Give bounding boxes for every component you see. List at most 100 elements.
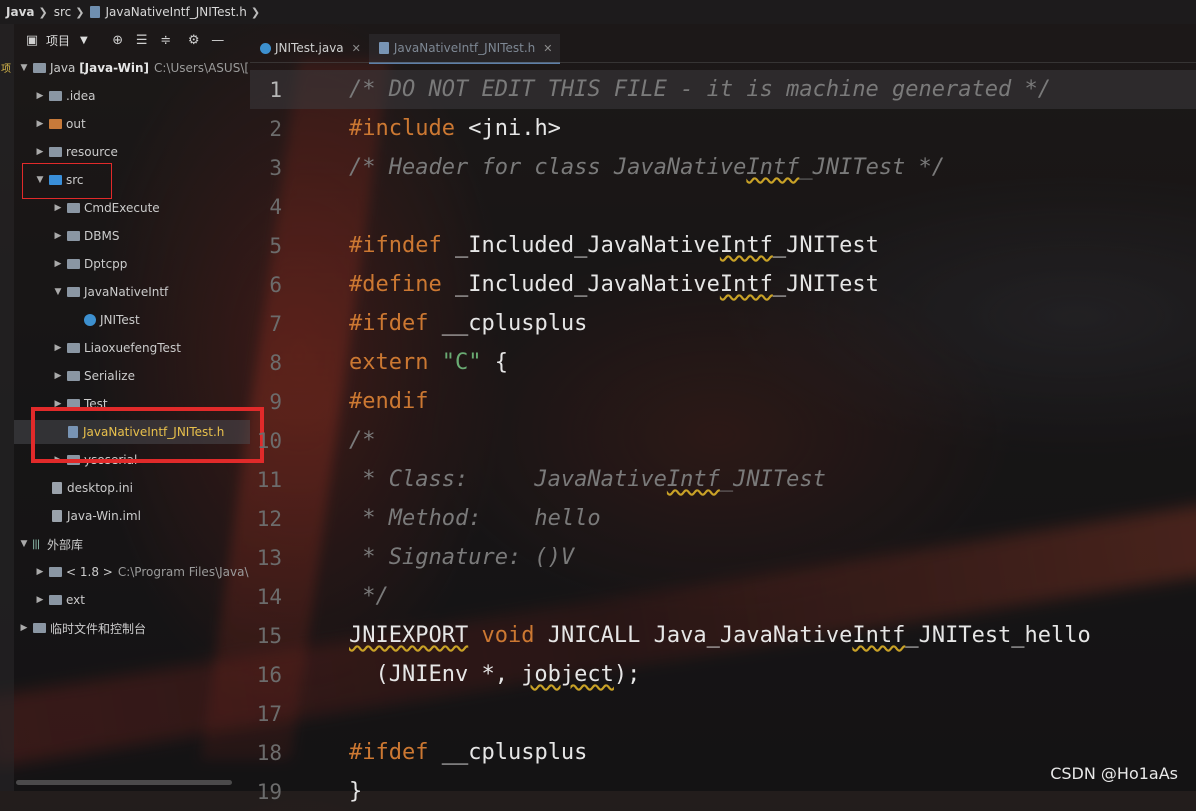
chevron-down-icon[interactable]: ▼ — [52, 287, 64, 297]
code-line[interactable]: 15 JNIEXPORT void JNICALL Java_JavaNativ… — [250, 616, 1196, 655]
tab-label: JavaNativeIntf_JNITest.h — [393, 41, 536, 55]
chevron-right-icon[interactable]: ▶ — [52, 231, 64, 241]
chevron-right-icon: ❯ — [250, 5, 261, 19]
code-line[interactable]: 17 — [250, 694, 1196, 733]
chevron-right-icon[interactable]: ▶ — [34, 567, 46, 577]
tree-item-dptcpp[interactable]: ▶ Dptcpp — [52, 254, 128, 274]
project-icon: ▣ — [25, 32, 39, 48]
code-line[interactable]: 4 — [250, 187, 1196, 226]
code-line[interactable]: 6 #define _Included_JavaNativeIntf_JNITe… — [250, 265, 1196, 304]
package-icon — [67, 343, 80, 353]
tree-item-idea[interactable]: ▶ .idea — [34, 86, 96, 106]
code-line[interactable]: 10 /* — [250, 421, 1196, 460]
code-text: /* DO NOT EDIT THIS FILE - it is machine… — [349, 77, 1051, 102]
code-text: * Signature: ()V — [349, 545, 575, 570]
code-line[interactable]: 16 (JNIEnv *, jobject); — [250, 655, 1196, 694]
editor-tabs: JNITest.java ✕ JavaNativeIntf_JNITest.h … — [250, 34, 561, 64]
tree-item-jnitest[interactable]: JNITest — [82, 310, 140, 330]
code-line[interactable]: 14 */ — [250, 577, 1196, 616]
line-number: 18 — [256, 740, 282, 765]
breadcrumb-file[interactable]: JavaNativeIntf_JNITest.h — [105, 5, 246, 19]
line-number: 17 — [256, 701, 282, 726]
library-icon: ||| — [32, 538, 40, 550]
code-text: #ifdef __cplusplus — [349, 740, 588, 765]
expand-all-icon[interactable]: ☰ — [134, 33, 150, 48]
project-toolbar: ▣ 项目 ▼ ⊕ ☰ ≑ ⚙ — — [14, 28, 250, 52]
horizontal-scrollbar[interactable] — [16, 780, 232, 785]
tree-item-label: Java-Win.iml — [67, 509, 141, 523]
tree-item-desktop-ini[interactable]: desktop.ini — [50, 478, 133, 498]
code-line[interactable]: 2 #include <jni.h> — [250, 109, 1196, 148]
chevron-right-icon[interactable]: ▶ — [18, 623, 30, 633]
tree-item-label: LiaoxuefengTest — [84, 341, 181, 355]
tree-item-java-module[interactable]: ▼ Java [Java-Win] C:\Users\ASUS\[ — [18, 58, 250, 78]
tab-jni-header[interactable]: JavaNativeIntf_JNITest.h ✕ — [368, 34, 561, 64]
code-line[interactable]: 5 #ifndef _Included_JavaNativeIntf_JNITe… — [250, 226, 1196, 265]
tree-item-resource[interactable]: ▶ resource — [34, 142, 118, 162]
tab-jnitest-java[interactable]: JNITest.java ✕ — [250, 34, 369, 62]
tree-item-label: JavaNativeIntf — [84, 285, 169, 299]
collapse-all-icon[interactable]: ≑ — [158, 33, 174, 48]
chevron-right-icon[interactable]: ▶ — [52, 203, 64, 213]
code-line[interactable]: 3 /* Header for class JavaNativeIntf_JNI… — [250, 148, 1196, 187]
line-number: 4 — [269, 194, 282, 219]
code-line[interactable]: 1 /* DO NOT EDIT THIS FILE - it is machi… — [250, 70, 1196, 109]
breadcrumb: Java ❯ src ❯ JavaNativeIntf_JNITest.h ❯ — [0, 0, 1196, 24]
caret-down-icon[interactable]: ▼ — [80, 35, 88, 46]
line-number: 15 — [256, 623, 282, 648]
code-line[interactable]: 13 * Signature: ()V — [250, 538, 1196, 577]
close-icon[interactable]: ✕ — [352, 42, 361, 55]
line-number: 8 — [269, 350, 282, 375]
line-number: 16 — [256, 662, 282, 687]
tree-item-external-libraries[interactable]: ▼ ||| 外部库 — [18, 534, 83, 554]
code-line[interactable]: 8 extern "C" { — [250, 343, 1196, 382]
code-line[interactable]: 9 #endif — [250, 382, 1196, 421]
chevron-right-icon[interactable]: ▶ — [34, 147, 46, 157]
code-line[interactable]: 7 #ifdef __cplusplus — [250, 304, 1196, 343]
project-tool-window-label[interactable]: 项 — [1, 60, 11, 75]
java-class-icon — [84, 314, 96, 326]
tree-item-serialize[interactable]: ▶ Serialize — [52, 366, 135, 386]
chevron-down-icon[interactable]: ▼ — [18, 539, 30, 549]
tree-item-label: out — [66, 117, 86, 131]
code-text: * Method: hello — [349, 506, 601, 531]
chevron-right-icon[interactable]: ▶ — [52, 371, 64, 381]
tree-item-label: 临时文件和控制台 — [50, 621, 147, 636]
tree-item-javanativeintf[interactable]: ▼ JavaNativeIntf — [52, 282, 169, 302]
tree-item-jdk[interactable]: ▶ < 1.8 > C:\Program Files\Java\ — [34, 562, 249, 582]
chevron-down-icon[interactable]: ▼ — [18, 63, 30, 73]
file-icon — [52, 482, 62, 494]
tool-window-stripe: 项 — [0, 24, 14, 791]
chevron-right-icon[interactable]: ▶ — [52, 259, 64, 269]
line-number: 9 — [269, 389, 282, 414]
folder-icon — [49, 147, 62, 157]
code-text: (JNIEnv *, jobject); — [349, 662, 641, 687]
chevron-right-icon: ❯ — [38, 5, 48, 19]
package-icon — [67, 371, 80, 381]
code-line[interactable]: 12 * Method: hello — [250, 499, 1196, 538]
chevron-right-icon[interactable]: ▶ — [34, 119, 46, 129]
code-text: /* Header for class JavaNativeIntf_JNITe… — [349, 155, 946, 180]
java-class-icon — [260, 42, 271, 54]
chevron-right-icon[interactable]: ▶ — [34, 595, 46, 605]
chevron-right-icon[interactable]: ▶ — [52, 343, 64, 353]
code-text: #ifdef __cplusplus — [349, 311, 588, 336]
project-view-title[interactable]: 项目 — [46, 32, 70, 49]
breadcrumb-folder[interactable]: src — [54, 5, 72, 19]
chevron-right-icon[interactable]: ▶ — [34, 91, 46, 101]
code-editor[interactable]: 1 /* DO NOT EDIT THIS FILE - it is machi… — [250, 70, 1196, 804]
tree-item-cmdexecute[interactable]: ▶ CmdExecute — [52, 198, 160, 218]
tree-item-out[interactable]: ▶ out — [34, 114, 86, 134]
tree-item-liaoxuefengtest[interactable]: ▶ LiaoxuefengTest — [52, 338, 181, 358]
tree-item-scratches[interactable]: ▶ 临时文件和控制台 — [18, 618, 146, 638]
locate-icon[interactable]: ⊕ — [110, 33, 126, 48]
minimize-icon[interactable]: — — [210, 33, 226, 48]
tree-item-ext[interactable]: ▶ ext — [34, 590, 85, 610]
tree-item-label: .idea — [66, 89, 96, 103]
tree-item-iml[interactable]: Java-Win.iml — [50, 506, 141, 526]
gear-icon[interactable]: ⚙ — [186, 33, 202, 48]
tree-item-dbms[interactable]: ▶ DBMS — [52, 226, 120, 246]
close-icon[interactable]: ✕ — [543, 42, 552, 55]
breadcrumb-project[interactable]: Java — [0, 5, 34, 19]
code-line[interactable]: 11 * Class: JavaNativeIntf_JNITest — [250, 460, 1196, 499]
